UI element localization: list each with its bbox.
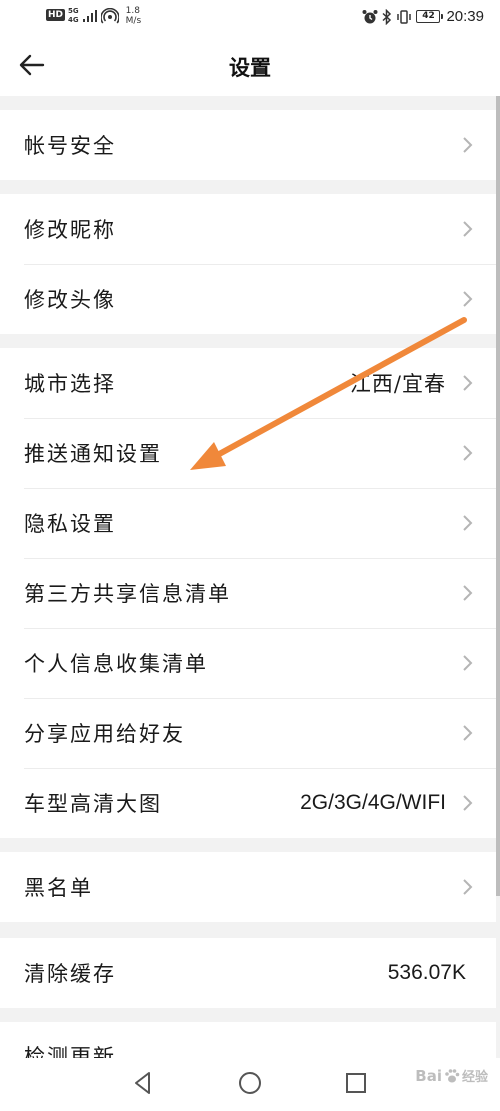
- status-left-icons: HD 5G 4G 1.8 M/s: [46, 6, 141, 26]
- nav-home-icon[interactable]: [237, 1070, 263, 1096]
- speed-indicator: 1.8 M/s: [126, 6, 142, 26]
- settings-item-label: 车型高清大图: [24, 792, 162, 816]
- alarm-icon: [362, 9, 378, 23]
- chevron-right-icon: [463, 725, 473, 741]
- section-account: 帐号安全: [0, 110, 496, 180]
- settings-item-third-party-sharing[interactable]: 第三方共享信息清单: [0, 558, 496, 628]
- section-profile: 修改昵称 修改头像: [0, 194, 496, 334]
- section-general: 城市选择 江西/宜春 推送通知设置 隐私设置 第三方共享信息清单 个人信息收集清…: [0, 348, 496, 838]
- chevron-right-icon: [463, 515, 473, 531]
- signal-icon: [82, 10, 97, 22]
- settings-item-avatar[interactable]: 修改头像: [0, 264, 496, 334]
- battery-icon: 42: [416, 10, 444, 23]
- battery-level: 42: [422, 11, 435, 21]
- settings-item-privacy[interactable]: 隐私设置: [0, 488, 496, 558]
- settings-item-personal-info-collection[interactable]: 个人信息收集清单: [0, 628, 496, 698]
- paw-icon: [445, 1068, 460, 1082]
- settings-item-label: 修改头像: [24, 288, 116, 312]
- settings-item-clear-cache[interactable]: 清除缓存 536.07K: [0, 938, 496, 1008]
- page-title: 设置: [229, 55, 271, 80]
- section-blacklist: 黑名单: [0, 852, 496, 922]
- chevron-right-icon: [463, 585, 473, 601]
- watermark-suffix: 经验: [461, 1070, 488, 1085]
- settings-item-share-app[interactable]: 分享应用给好友: [0, 698, 496, 768]
- wifi-hotspot-icon: [100, 8, 119, 24]
- settings-item-label: 修改昵称: [24, 218, 116, 242]
- settings-item-push-notifications[interactable]: 推送通知设置: [0, 418, 496, 488]
- settings-item-value: 536.07K: [387, 961, 466, 984]
- signal-group: 5G 4G: [68, 6, 79, 24]
- chevron-right-icon: [463, 445, 473, 461]
- status-bar: HD 5G 4G 1.8 M/s 42 20:39: [0, 0, 500, 34]
- settings-item-label: 隐私设置: [24, 512, 116, 536]
- chevron-right-icon: [463, 655, 473, 671]
- title-bar: 设置: [0, 34, 500, 96]
- speed-value: 1.8: [125, 6, 140, 16]
- speed-unit: M/s: [125, 16, 142, 26]
- chevron-right-icon: [463, 291, 473, 307]
- settings-item-label: 黑名单: [24, 876, 93, 900]
- settings-item-label: 推送通知设置: [24, 442, 162, 466]
- settings-item-account-security[interactable]: 帐号安全: [0, 110, 496, 180]
- chevron-right-icon: [463, 375, 473, 391]
- settings-item-value: 江西/宜春: [349, 372, 446, 396]
- settings-item-label: 清除缓存: [24, 962, 116, 986]
- system-nav-bar: Bai 经验: [0, 1058, 500, 1111]
- settings-item-label: 检测更新: [24, 1045, 116, 1058]
- settings-item-blacklist[interactable]: 黑名单: [0, 852, 496, 922]
- network-sub-label: 4G: [68, 16, 79, 24]
- chevron-right-icon: [463, 795, 473, 811]
- settings-item-label: 帐号安全: [24, 134, 116, 158]
- section-update: 检测更新: [0, 1022, 496, 1058]
- vibrate-icon: [397, 9, 412, 24]
- chevron-right-icon: [463, 137, 473, 153]
- settings-item-check-update[interactable]: 检测更新: [0, 1022, 496, 1058]
- settings-item-label: 分享应用给好友: [24, 722, 185, 746]
- nav-recent-icon[interactable]: [343, 1070, 369, 1096]
- settings-item-label: 城市选择: [24, 372, 116, 396]
- section-cache: 清除缓存 536.07K: [0, 938, 496, 1008]
- settings-item-nickname[interactable]: 修改昵称: [0, 194, 496, 264]
- hd-icon: HD: [46, 9, 66, 21]
- nav-back-icon[interactable]: [130, 1070, 156, 1096]
- chevron-right-icon: [463, 221, 473, 237]
- baidu-watermark: Bai 经验: [415, 1066, 488, 1086]
- bluetooth-icon: [382, 8, 392, 25]
- settings-item-label: 第三方共享信息清单: [24, 582, 231, 606]
- settings-item-hd-images[interactable]: 车型高清大图 2G/3G/4G/WIFI: [0, 768, 496, 838]
- settings-item-value: 2G/3G/4G/WIFI: [300, 791, 446, 814]
- settings-item-label: 个人信息收集清单: [24, 652, 208, 676]
- settings-item-city[interactable]: 城市选择 江西/宜春: [0, 348, 496, 418]
- scrollbar[interactable]: [496, 96, 500, 896]
- watermark-text: Bai: [415, 1066, 442, 1085]
- chevron-right-icon: [463, 879, 473, 895]
- network-type-label: 5G: [68, 7, 79, 15]
- status-time: 20:39: [446, 8, 484, 25]
- status-right-icons: 42 20:39: [362, 8, 484, 25]
